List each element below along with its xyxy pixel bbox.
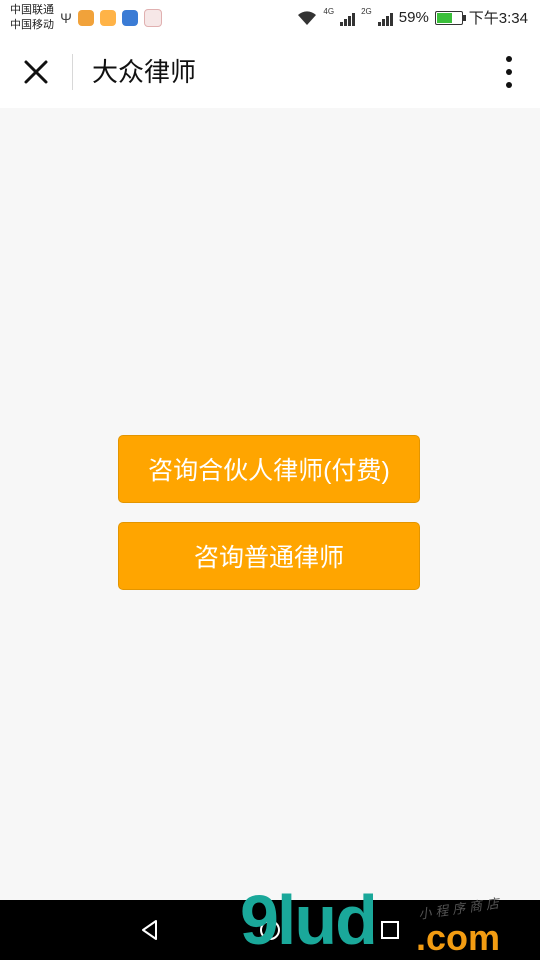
consult-normal-lawyer-button[interactable]: 咨询普通律师 — [118, 522, 420, 590]
carrier-info: 中国联通 中国移动 — [10, 3, 54, 33]
title-bar: 大众律师 — [0, 36, 540, 108]
more-menu-icon[interactable] — [504, 56, 514, 88]
battery-icon — [434, 10, 466, 25]
baidu-icon — [122, 10, 138, 26]
network-2g-label: 2G — [361, 7, 372, 16]
recent-apps-icon[interactable] — [378, 918, 402, 942]
consult-partner-lawyer-button[interactable]: 咨询合伙人律师(付费) — [118, 435, 420, 503]
signal-icon-1 — [340, 10, 356, 26]
battery-percent: 59% — [398, 9, 429, 26]
page-title: 大众律师 — [92, 57, 197, 87]
app-notification-icon — [78, 10, 94, 26]
title-divider — [72, 54, 73, 90]
map-icon — [144, 9, 162, 27]
close-icon[interactable] — [22, 58, 50, 86]
network-4g-label: 4G — [323, 7, 335, 16]
status-right: 4G 2G 59% 下午3:34 — [297, 7, 528, 28]
usb-icon: Ψ — [60, 10, 72, 26]
weibo-icon — [100, 10, 116, 26]
watermark-logo: 9lud — [240, 881, 378, 959]
carrier-2: 中国移动 — [10, 19, 54, 31]
back-icon[interactable] — [138, 918, 162, 942]
signal-icon-2 — [377, 10, 393, 26]
wifi-icon — [297, 10, 317, 26]
notification-icons: Ψ — [60, 9, 162, 27]
clock: 下午3:34 — [468, 10, 528, 27]
battery-fill — [436, 12, 453, 23]
watermark-com: .com — [416, 917, 501, 958]
status-bar: 中国联通 中国移动 Ψ 4G 2G 59% 下午3:34 — [0, 0, 540, 36]
main-content: 咨询合伙人律师(付费) 咨询普通律师 — [0, 108, 540, 900]
carrier-1: 中国联通 — [10, 4, 54, 16]
